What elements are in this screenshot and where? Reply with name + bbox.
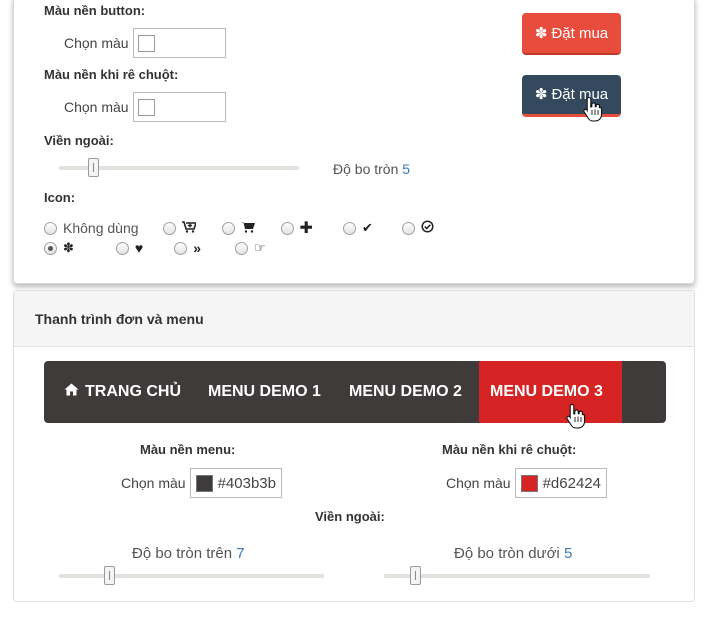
menu-bar-preview: TRANG CHỦ MENU DEMO 1 MENU DEMO 2 MENU D… (44, 361, 666, 423)
menu-item-demo-2[interactable]: MENU DEMO 2 (336, 361, 479, 423)
heart-icon: ♥ (134, 240, 144, 256)
button-bg-picker-label: Chọn màu (64, 35, 129, 51)
menu-border-label: Viền ngoài: (315, 509, 385, 524)
icon-option-cart[interactable] (221, 221, 255, 236)
preview-buy-button-hover[interactable]: ✽ Đặt mua (522, 75, 621, 117)
button-hover-picker-row: Chọn màu (64, 92, 226, 122)
menu-radius-top-value: 7 (236, 545, 245, 562)
icon-label: Icon: (44, 190, 76, 205)
check-circle-icon (421, 220, 434, 236)
menu-hover-swatch (520, 474, 538, 492)
button-border-label: Viền ngoài: (44, 133, 114, 148)
preview-buy-button[interactable]: ✽ Đặt mua (522, 13, 621, 55)
menu-item-demo-3[interactable]: MENU DEMO 3 (479, 361, 622, 423)
hand-pointer-icon: ☞ (254, 240, 266, 255)
menu-radius-top-label: Độ bo tròn trên (132, 545, 233, 562)
yelp-icon: ✽ (63, 240, 74, 255)
menu-settings-panel: Thanh trình đơn và menu TRANG CHỦ MENU D… (13, 290, 695, 602)
icon-options-row-1: Không dùng ✚ ✔ (44, 218, 434, 238)
icon-option-plus[interactable]: ✚ (280, 218, 313, 238)
menu-hover-picker-label: Chọn màu (446, 475, 511, 491)
cart-icon (240, 221, 255, 236)
button-radius-text: Độ bo tròn 5 (333, 161, 410, 177)
menu-bg-swatch (195, 474, 213, 492)
double-angle-right-icon: » (193, 240, 202, 256)
menu-hover-value: #d62424 (542, 474, 601, 492)
icon-option-none[interactable]: Không dùng (44, 220, 139, 236)
radio-checked[interactable] (44, 241, 57, 255)
menu-settings-heading-text: Thanh trình đơn và menu (35, 310, 204, 327)
menu-radius-bottom-slider[interactable] (384, 574, 650, 578)
button-radius-label: Độ bo tròn (333, 161, 399, 177)
button-hover-picker-label: Chọn màu (64, 99, 129, 115)
button-settings-panel: Màu nền button: Chọn màu Màu nền khi rê … (13, 0, 695, 284)
menu-radius-bottom-label: Độ bo tròn dưới (454, 545, 560, 562)
icon-options-row-2: ✽ ♥ » ☞ (44, 240, 266, 256)
button-radius-value: 5 (402, 161, 411, 177)
radio[interactable] (44, 221, 57, 235)
radio[interactable] (235, 241, 249, 255)
menu-hover-label: Màu nền khi rê chuột: (442, 442, 577, 457)
radio[interactable] (280, 221, 294, 235)
menu-bg-picker-row: Chọn màu #403b3b (121, 468, 282, 498)
icon-option-double-angle[interactable]: » (174, 240, 201, 256)
menu-settings-heading: Thanh trình đơn và menu (14, 291, 694, 347)
check-icon: ✔ (361, 220, 373, 235)
icon-option-hand[interactable]: ☞ (235, 240, 266, 256)
menu-bg-picker-label: Chọn màu (121, 475, 186, 491)
plus-icon: ✚ (299, 220, 313, 237)
button-bg-picker-row: Chọn màu (64, 28, 226, 58)
menu-item-home-label: TRANG CHỦ (85, 383, 181, 400)
icon-option-check-circle[interactable] (401, 220, 434, 236)
radio[interactable] (401, 221, 415, 235)
button-hover-label: Màu nền khi rê chuột: (44, 67, 179, 82)
button-hover-color-picker[interactable] (132, 92, 226, 122)
menu-item-demo-1-label: MENU DEMO 1 (208, 383, 321, 400)
yelp-icon: ✽ (534, 86, 548, 103)
preview-buy-button-hover-label: Đặt mua (551, 86, 609, 103)
radio[interactable] (221, 221, 235, 235)
menu-bg-value: #403b3b (217, 474, 276, 492)
menu-item-demo-3-label: MENU DEMO 3 (490, 383, 603, 400)
icon-option-heart[interactable]: ♥ (115, 240, 144, 256)
menu-item-demo-1[interactable]: MENU DEMO 1 (194, 361, 336, 423)
icon-option-cart-plus[interactable] (162, 220, 197, 236)
menu-bg-label: Màu nền menu: (140, 442, 236, 457)
button-bg-swatch (137, 34, 155, 52)
icon-option-check[interactable]: ✔ (342, 220, 373, 236)
yelp-icon: ✽ (534, 24, 548, 42)
button-hover-swatch (137, 98, 155, 116)
menu-radius-top-slider[interactable] (59, 574, 324, 578)
menu-hover-color-picker[interactable]: #d62424 (514, 468, 607, 498)
menu-item-home[interactable]: TRANG CHỦ (44, 361, 194, 423)
radio[interactable] (115, 241, 129, 255)
button-bg-label: Màu nền button: (44, 3, 146, 18)
cart-plus-icon (181, 220, 197, 236)
home-icon (64, 383, 79, 401)
radio[interactable] (162, 221, 176, 235)
menu-radius-top-text: Độ bo tròn trên 7 (132, 545, 245, 562)
menu-item-demo-2-label: MENU DEMO 2 (349, 383, 462, 400)
menu-radius-bottom-slider-handle[interactable] (410, 566, 421, 585)
button-bg-color-picker[interactable] (132, 28, 226, 58)
icon-option-yelp[interactable]: ✽ (44, 240, 74, 256)
icon-option-none-label: Không dùng (63, 220, 139, 236)
radio[interactable] (342, 221, 356, 235)
radio[interactable] (174, 241, 188, 255)
menu-bg-color-picker[interactable]: #403b3b (189, 468, 282, 498)
button-radius-slider-handle[interactable] (88, 158, 99, 177)
menu-radius-top-slider-handle[interactable] (104, 566, 115, 585)
preview-buy-button-label: Đặt mua (551, 24, 609, 42)
menu-radius-bottom-value: 5 (563, 545, 573, 562)
menu-hover-picker-row: Chọn màu #d62424 (446, 468, 607, 498)
menu-radius-bottom-text: Độ bo tròn dưới 5 (454, 545, 572, 562)
